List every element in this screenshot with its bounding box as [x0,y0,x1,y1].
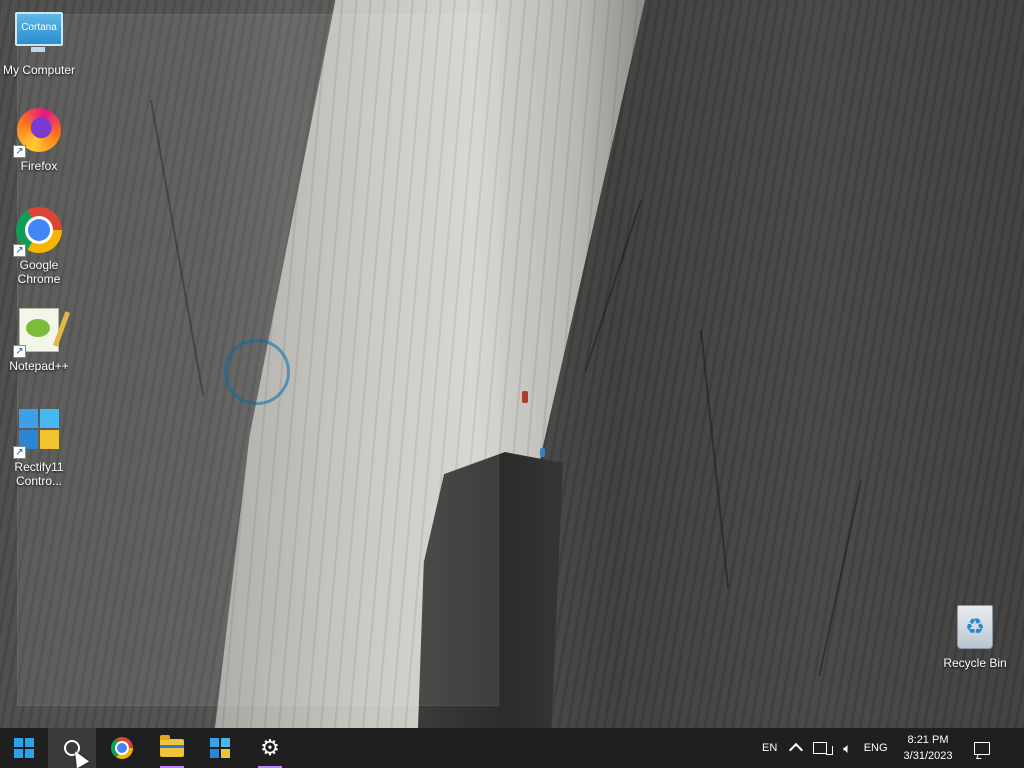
notification-center-button[interactable] [962,728,1002,768]
taskbar-app-chrome[interactable] [98,728,146,768]
desktop-icon-recycle-bin[interactable]: ♻ Recycle Bin [937,602,1013,670]
show-hidden-icons-button[interactable] [783,728,809,768]
desktop-icon-notepad-plus-plus[interactable]: ↗ Notepad++ [1,305,77,373]
clock-date: 3/31/2023 [903,750,953,762]
desktop-icon-rectify11[interactable]: ↗ Rectify11 Contro... [1,405,77,488]
recycle-bin-icon: ♻ [957,605,993,649]
shortcut-arrow-icon: ↗ [13,446,26,459]
taskbar-app-settings[interactable]: ⚙ [246,728,294,768]
rectify11-icon [210,738,230,758]
start-button[interactable] [0,728,48,768]
loading-spinner [224,339,290,405]
system-tray: EN 🔈︎ ENG 8:21 PM 3/31/2023 [756,728,1002,768]
taskbar: ⚙ EN 🔈︎ ENG 8:21 PM 3/31/2023 [0,728,1024,768]
taskbar-app-file-explorer[interactable] [148,728,196,768]
keyboard-language-button[interactable]: ENG [858,728,894,768]
network-icon [813,742,834,755]
desktop-icon-label: My Computer [2,63,76,77]
shortcut-arrow-icon: ↗ [13,345,26,358]
shortcut-arrow-icon: ↗ [13,244,26,257]
desktop-icon-label: Firefox [20,159,58,173]
volume-button[interactable]: 🔈︎ [837,728,857,768]
taskbar-app-rectify11[interactable] [196,728,244,768]
notification-icon [974,741,991,755]
desktop-icon-firefox[interactable]: ↗ Firefox [1,106,77,173]
search-button[interactable] [48,728,96,768]
wallpaper-climber [522,391,528,403]
network-button[interactable] [809,728,837,768]
desktop-icon-label: Recycle Bin [943,656,1007,670]
desktop-icon-google-chrome[interactable]: ↗ Google Chrome [1,206,77,286]
desktop-icon-label: Notepad++ [9,359,69,373]
desktop-icon-label: Google Chrome [17,258,61,286]
speaker-icon: 🔈︎ [843,739,852,756]
clock-button[interactable]: 8:21 PM 3/31/2023 [894,732,963,764]
gear-icon: ⚙ [260,735,280,760]
chrome-icon [111,737,133,759]
folder-icon [160,735,184,757]
wallpaper-crack [700,329,730,589]
monitor-icon: Cortana [15,12,63,52]
desktop-icon-my-computer[interactable]: Cortana My Computer [1,8,77,77]
chevron-up-icon [789,742,804,758]
windows-logo-icon [14,738,34,758]
wallpaper-climber [540,448,545,457]
clock-time: 8:21 PM [907,734,949,746]
desktop-icon-label: Rectify11 Contro... [14,460,64,488]
wallpaper-crack [818,480,862,677]
rectify11-icon [19,409,59,449]
shortcut-arrow-icon: ↗ [13,145,26,158]
input-language-indicator[interactable]: EN [756,728,783,768]
